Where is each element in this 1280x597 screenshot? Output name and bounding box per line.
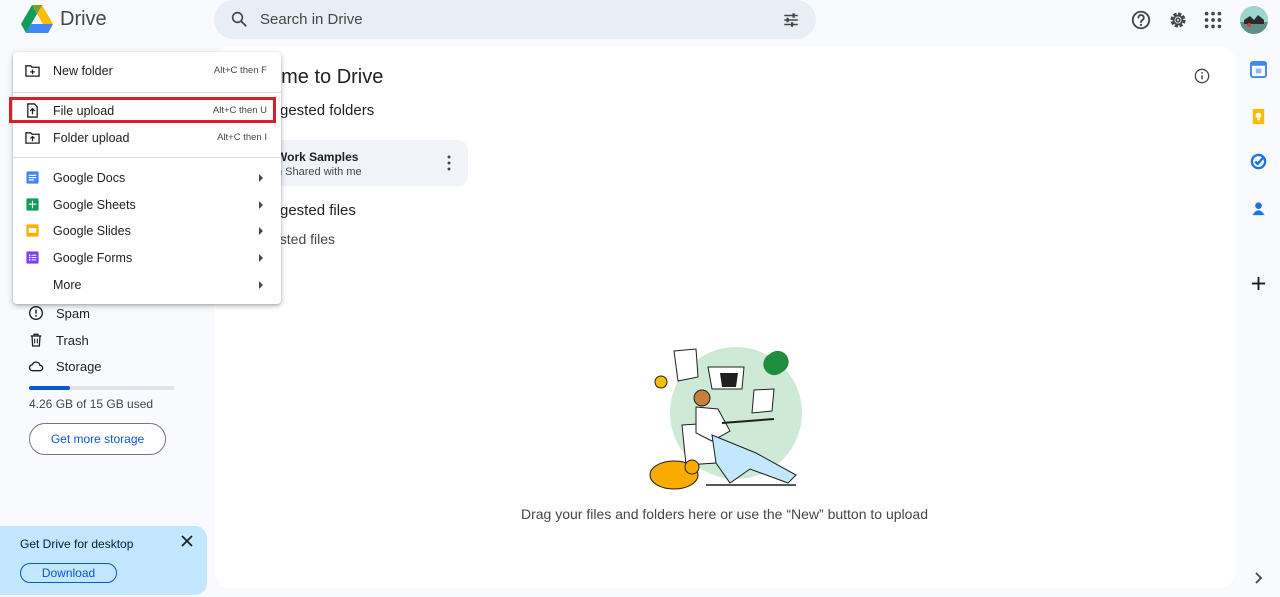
storage-usage-bar bbox=[29, 386, 174, 390]
sidebar-item-label: Storage bbox=[56, 358, 102, 374]
desktop-promo-banner: Get Drive for desktop Download bbox=[0, 526, 207, 595]
submenu-arrow-icon bbox=[259, 227, 263, 235]
suggested-files-heading: gested files bbox=[280, 202, 356, 219]
page-title: ome to Drive bbox=[270, 66, 384, 88]
sidebar-item-label: Spam bbox=[56, 305, 90, 321]
menu-item-label: Google Sheets bbox=[53, 198, 136, 212]
menu-item-label: Google Docs bbox=[53, 171, 126, 185]
search-input[interactable] bbox=[260, 0, 760, 39]
google-docs-icon bbox=[26, 171, 39, 184]
help-icon[interactable] bbox=[1130, 9, 1152, 31]
menu-item-label: Google Slides bbox=[53, 224, 131, 238]
menu-item-google-slides[interactable]: Google Slides bbox=[13, 218, 281, 244]
google-slides-icon bbox=[26, 224, 39, 237]
app-name[interactable]: Drive bbox=[60, 8, 107, 31]
folder-name: Work Samples bbox=[276, 150, 359, 164]
menu-item-google-sheets[interactable]: Google Sheets bbox=[13, 192, 281, 218]
info-icon[interactable] bbox=[1194, 68, 1210, 84]
download-button[interactable]: Download bbox=[20, 563, 117, 583]
settings-icon[interactable] bbox=[1167, 9, 1189, 31]
new-folder-icon bbox=[25, 65, 40, 77]
account-avatar[interactable] bbox=[1240, 6, 1268, 34]
main-panel: ome to Drive gested folders Work Samples… bbox=[214, 46, 1235, 588]
search-options-icon[interactable] bbox=[782, 11, 800, 29]
sidebar-item-trash[interactable]: Trash bbox=[28, 330, 89, 350]
menu-item-label: Google Forms bbox=[53, 251, 133, 265]
menu-item-shortcut: Alt+C then F bbox=[213, 65, 267, 76]
menu-item-google-forms[interactable]: Google Forms bbox=[13, 245, 281, 271]
empty-state-illustration-icon bbox=[649, 347, 802, 490]
submenu-arrow-icon bbox=[259, 201, 263, 209]
suggested-files-empty: ested files bbox=[272, 231, 336, 247]
sidebar-item-label: Trash bbox=[56, 332, 89, 348]
top-bar: Drive bbox=[0, 0, 1280, 40]
add-icon[interactable] bbox=[1250, 275, 1267, 292]
trash-icon bbox=[30, 333, 42, 347]
search-bar[interactable] bbox=[214, 0, 816, 39]
suggested-folders-heading: gested folders bbox=[280, 102, 375, 119]
sidebar-item-storage[interactable]: Storage bbox=[28, 356, 102, 376]
menu-item-more[interactable]: More bbox=[13, 272, 281, 298]
storage-usage-fill bbox=[29, 386, 71, 390]
more-options-icon[interactable] bbox=[446, 155, 452, 171]
google-forms-icon bbox=[26, 251, 39, 264]
sidebar-item-spam[interactable]: Spam bbox=[28, 303, 90, 323]
apps-grid-icon[interactable] bbox=[1202, 9, 1224, 31]
file-upload-highlight bbox=[9, 97, 276, 123]
close-icon[interactable] bbox=[180, 534, 194, 548]
menu-item-shortcut: Alt+C then I bbox=[217, 132, 267, 143]
menu-divider bbox=[13, 157, 281, 158]
contacts-icon[interactable] bbox=[1250, 200, 1267, 217]
submenu-arrow-icon bbox=[259, 281, 263, 289]
search-icon[interactable] bbox=[230, 10, 248, 28]
chevron-right-icon[interactable] bbox=[1252, 571, 1264, 585]
google-sheets-icon bbox=[26, 198, 39, 211]
calendar-icon[interactable] bbox=[1250, 61, 1267, 78]
promo-title: Get Drive for desktop bbox=[20, 537, 134, 551]
menu-item-google-docs[interactable]: Google Docs bbox=[13, 165, 281, 191]
cloud-icon bbox=[28, 361, 44, 372]
tasks-icon[interactable] bbox=[1250, 153, 1267, 170]
folder-upload-icon bbox=[25, 132, 40, 144]
menu-item-label: New folder bbox=[53, 64, 113, 78]
keep-icon[interactable] bbox=[1250, 108, 1267, 125]
submenu-arrow-icon bbox=[259, 174, 263, 182]
submenu-arrow-icon bbox=[259, 254, 263, 262]
drive-logo-icon[interactable] bbox=[21, 5, 53, 33]
spam-icon bbox=[29, 306, 43, 320]
suggested-folder-card[interactable]: Work Samples n Shared with me bbox=[254, 140, 468, 186]
menu-item-label: Folder upload bbox=[53, 131, 130, 145]
menu-item-new-folder[interactable]: New folder Alt+C then F bbox=[13, 58, 281, 84]
get-more-storage-button[interactable]: Get more storage bbox=[29, 423, 166, 455]
avatar-image-icon bbox=[1240, 6, 1268, 34]
storage-usage-text: 4.26 GB of 15 GB used bbox=[29, 397, 154, 411]
menu-item-folder-upload[interactable]: Folder upload Alt+C then I bbox=[13, 125, 281, 151]
folder-location: n Shared with me bbox=[276, 166, 362, 178]
menu-divider bbox=[13, 92, 281, 93]
new-menu: New folder Alt+C then F File upload Alt+… bbox=[13, 52, 281, 304]
menu-item-label: More bbox=[53, 278, 82, 292]
drop-zone-hint: Drag your files and folders here or use … bbox=[520, 506, 928, 522]
